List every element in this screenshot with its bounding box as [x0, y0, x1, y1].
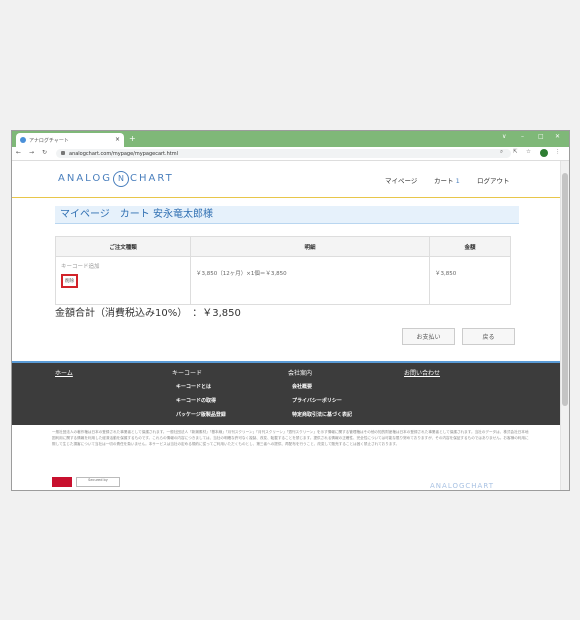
- order-type-text: キーコード追加: [61, 264, 100, 270]
- site-logo[interactable]: ANALOG N CHART: [58, 171, 174, 187]
- search-icon[interactable]: ⌕: [500, 149, 503, 156]
- share-icon[interactable]: ⇱: [513, 149, 518, 155]
- logo-text-left: ANALOG: [58, 173, 112, 184]
- brand-logo-icon: b: [52, 477, 72, 487]
- browser-window: o アナログチャート × + ∨ – □ ✕ ← → ↻ l analogcha…: [11, 130, 570, 491]
- footer-logo: ANALOGCHART: [430, 482, 494, 490]
- forward-icon[interactable]: →: [29, 149, 34, 156]
- footer-link-privacy[interactable]: プライバシーポリシー: [292, 397, 342, 404]
- star-icon[interactable]: ☆: [526, 149, 531, 155]
- site-footer: ホーム キーコード キーコードとは キーコードの取得 パッケージ版製品登録 会社…: [12, 363, 563, 425]
- back-button[interactable]: 戻る: [462, 328, 515, 345]
- cart-count: 1: [455, 177, 460, 185]
- logo-text-right: CHART: [130, 173, 174, 184]
- footer-keycode-title: キーコード: [172, 370, 203, 377]
- url-text: analogchart.com/mypage/mypagecart.html: [69, 150, 178, 157]
- address-bar: ← → ↻ l analogchart.com/mypage/mypagecar…: [12, 147, 569, 161]
- new-tab-icon[interactable]: +: [129, 134, 136, 143]
- table-row: キーコード追加 削除 ￥3,850（12ヶ月）×1個＝￥3,850 ￥3,850: [55, 256, 511, 305]
- order-total: 金額合計（消費税込み10%） ：￥3,850: [55, 308, 241, 319]
- minimize-icon[interactable]: –: [521, 133, 524, 140]
- nav-cart[interactable]: カート 1: [434, 175, 460, 185]
- reload-icon[interactable]: ↻: [42, 149, 47, 156]
- footer-contact-link[interactable]: お問い合わせ: [404, 368, 440, 377]
- header-amount: 金額: [429, 236, 511, 257]
- footer-link-keycode-about[interactable]: キーコードとは: [176, 383, 211, 390]
- header-divider: -: [12, 197, 563, 198]
- order-table: ご注文種類 明細 金額 キーコード追加 削除 ￥3,850（12ヶ月）×1個＝￥…: [55, 236, 511, 305]
- delete-button[interactable]: 削除: [61, 274, 78, 288]
- footer-link-keycode-get[interactable]: キーコードの取得: [176, 397, 216, 404]
- footer-link-tokusho[interactable]: 特定商取引法に基づく表記: [292, 411, 352, 418]
- back-icon[interactable]: ←: [16, 149, 21, 156]
- tab-bar: o アナログチャート × + ∨ – □ ✕: [12, 131, 569, 147]
- pay-button[interactable]: お支払い: [402, 328, 455, 345]
- menu-icon[interactable]: ⋮: [555, 149, 561, 155]
- tab-close-icon[interactable]: ×: [115, 136, 120, 143]
- nav-mypage[interactable]: マイページ: [385, 175, 417, 185]
- nav-logout[interactable]: ログアウト: [477, 175, 510, 185]
- maximize-icon[interactable]: □: [538, 133, 544, 140]
- profile-icon[interactable]: p: [540, 149, 548, 157]
- tab-title: アナログチャート: [29, 138, 69, 144]
- table-header-row: ご注文種類 明細 金額: [55, 236, 511, 257]
- cell-detail: ￥3,850（12ヶ月）×1個＝￥3,850: [190, 256, 430, 305]
- header-order-type: ご注文種類: [55, 236, 191, 257]
- page-title: マイページ カート 安永竜太郎様: [55, 206, 519, 224]
- dropdown-icon[interactable]: ∨: [502, 133, 506, 140]
- legal-notice: 一般社団法人の著作権は日本の登録された事業者として保護されます。一般社団法人「新…: [52, 430, 529, 446]
- logo-mark: N: [113, 171, 129, 187]
- close-window-icon[interactable]: ✕: [555, 133, 560, 140]
- cell-amount: ￥3,850: [429, 256, 511, 305]
- web-page: ANALOGNCHART マイページ カート 1 ログアウト - マイページ カ…: [12, 161, 563, 490]
- scrollbar[interactable]: t: [560, 161, 569, 490]
- lock-icon: l: [61, 151, 65, 155]
- footer-link-company[interactable]: 会社概要: [292, 383, 312, 390]
- cell-order-type: キーコード追加 削除: [55, 256, 191, 305]
- browser-tab[interactable]: o アナログチャート ×: [16, 133, 124, 147]
- url-field[interactable]: l analogchart.com/mypage/mypagecart.html: [56, 149, 511, 158]
- footer-link-package-register[interactable]: パッケージ版製品登録: [176, 411, 226, 418]
- favicon-icon: o: [20, 137, 26, 143]
- nav-cart-label: カート: [434, 177, 454, 185]
- footer-company-title: 会社案内: [288, 370, 313, 377]
- secure-badge: Secured by: [76, 477, 120, 487]
- header-detail: 明細: [190, 236, 430, 257]
- scrollbar-thumb[interactable]: t: [562, 173, 568, 406]
- footer-home-link[interactable]: ホーム: [55, 368, 73, 377]
